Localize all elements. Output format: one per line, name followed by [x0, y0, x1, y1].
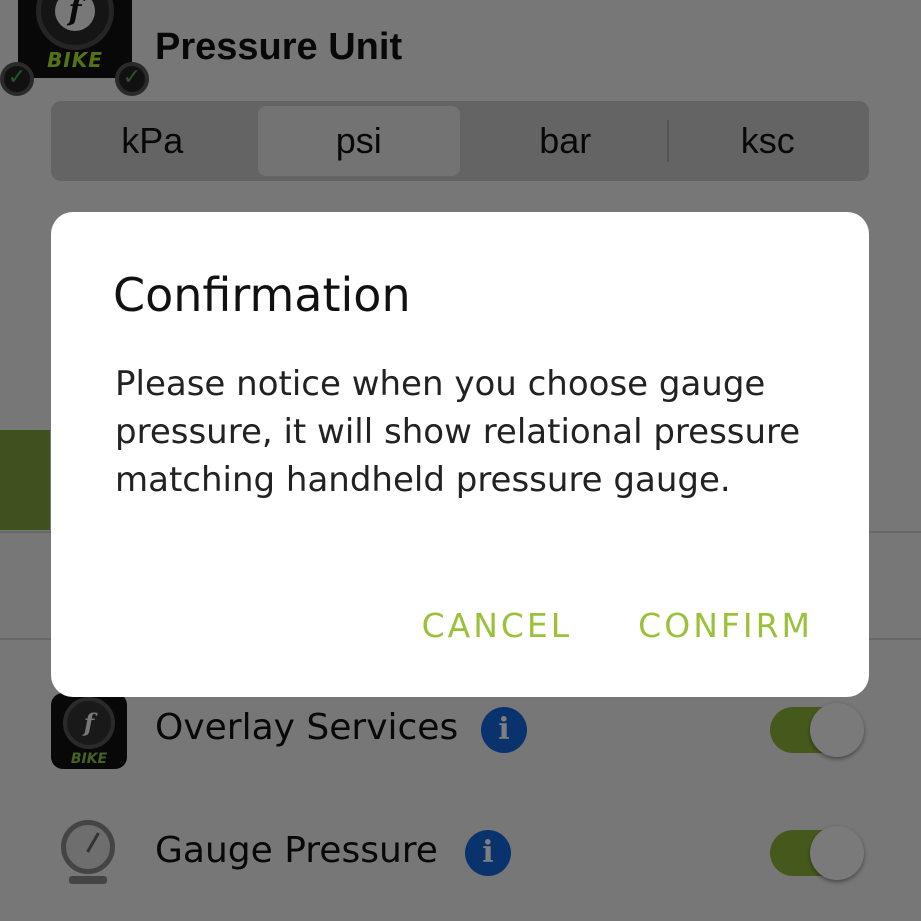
dialog-actions: CANCEL CONFIRM: [422, 606, 813, 645]
confirmation-dialog: Confirmation Please notice when you choo…: [51, 212, 869, 697]
settings-screen: f BIKE ✓ ✓ Pressure Unit kPa psi bar ksc…: [0, 0, 921, 921]
dialog-message: Please notice when you choose gauge pres…: [115, 364, 801, 500]
dialog-title: Confirmation: [113, 268, 411, 322]
confirm-button[interactable]: CONFIRM: [638, 606, 813, 645]
cancel-button[interactable]: CANCEL: [422, 606, 573, 645]
